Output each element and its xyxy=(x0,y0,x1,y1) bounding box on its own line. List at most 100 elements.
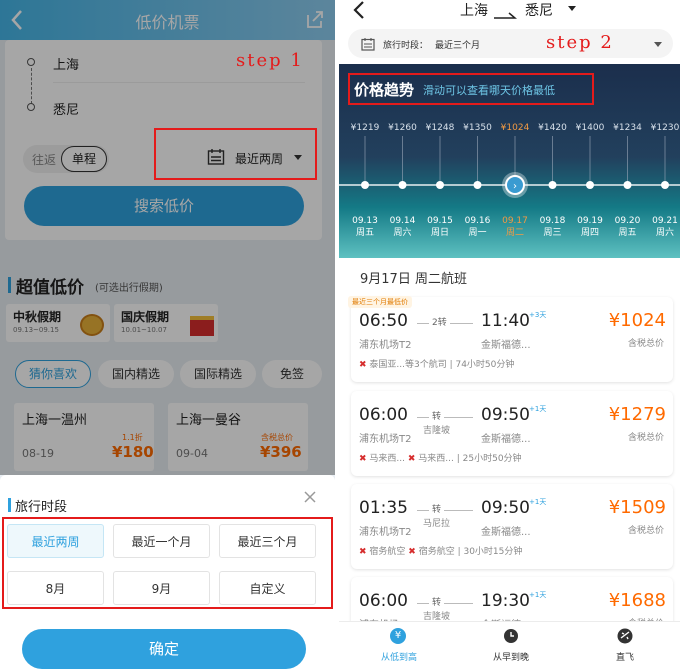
stop-count: 转 xyxy=(429,409,445,422)
stop-count: 转 xyxy=(429,502,445,515)
price-note: 含税总价 xyxy=(627,339,664,349)
date-label: 09.13 xyxy=(352,216,378,226)
date-marker xyxy=(586,181,594,189)
section-date: 9月17日 周二航班 xyxy=(360,272,467,287)
price-label: ¥1400 xyxy=(576,123,605,133)
airline-logo-icon: ✖ xyxy=(359,547,370,557)
airline-logo-icon: ✖ xyxy=(359,454,370,464)
arrival-airport: 金斯福德... xyxy=(481,527,531,538)
arrival-time: 09:50 xyxy=(481,498,530,518)
price-trend-chart[interactable]: ¥121909.13周五¥126009.14周六¥124809.15周日¥135… xyxy=(339,64,680,258)
period-value: 最近三个月 xyxy=(435,41,481,51)
price-note: 含税总价 xyxy=(627,433,664,443)
next-day-badge: +1天 xyxy=(529,498,547,506)
lowest-price-tag: 最近三个月最低价 xyxy=(348,296,412,308)
flight-card[interactable]: 01:35 浦东机场T2 转马尼拉 09:50 +1天 金斯福德... ¥1509 含税总价 ✖… xyxy=(351,484,673,569)
arrival-time: 11:40 xyxy=(481,311,530,331)
flight-duration: 25小时50分钟 xyxy=(462,454,522,464)
flight-duration: 74小时50分钟 xyxy=(455,360,515,370)
arrival-time: 09:50 xyxy=(481,405,530,425)
stop-count: 转 xyxy=(429,595,445,608)
sheet-title: 旅行时段 xyxy=(15,500,68,515)
departure-airport: 浦东机场T2 xyxy=(359,340,412,351)
stop-line xyxy=(417,603,473,604)
date-label: 09.14 xyxy=(390,216,416,226)
airline-name: 宿务航空 xyxy=(369,547,406,557)
flight-price: ¥1509 xyxy=(608,497,666,518)
step2-label: step 2 xyxy=(546,32,614,53)
price-label: ¥1248 xyxy=(426,123,455,133)
departure-airport: 浦东机场T2 xyxy=(359,527,412,538)
weekday-label: 周五 xyxy=(618,227,636,238)
airline-logo-icon: ✖ xyxy=(359,360,370,370)
period-label: 旅行时段： xyxy=(383,41,429,51)
date-label: 09.16 xyxy=(465,216,491,226)
stop-line xyxy=(417,417,473,418)
confirm-button[interactable]: 确定 xyxy=(22,629,306,669)
sheet-title-marker xyxy=(8,498,11,512)
chevron-right-icon: › xyxy=(513,181,517,192)
weekday-label: 周五 xyxy=(356,227,374,238)
clock-icon xyxy=(503,628,519,644)
period-bar[interactable]: 旅行时段： 最近三个月 xyxy=(348,29,673,58)
price-label: ¥1420 xyxy=(538,123,567,133)
departure-time: 06:00 xyxy=(359,591,408,611)
airline-name: 马来西... xyxy=(369,454,405,464)
close-icon[interactable] xyxy=(302,489,318,505)
yen-icon: ¥ xyxy=(390,628,406,644)
date-marker xyxy=(436,181,444,189)
weekday-label: 周三 xyxy=(543,227,561,238)
date-label: 09.15 xyxy=(427,216,453,226)
tab-price-low-high[interactable]: ¥ 从低到高 xyxy=(369,628,429,666)
date-label: 09.21 xyxy=(652,216,678,226)
flight-price: ¥1688 xyxy=(608,590,666,611)
price-label: ¥1234 xyxy=(613,123,642,133)
date-label: 09.19 xyxy=(577,216,603,226)
calendar-icon xyxy=(361,36,375,51)
price-label: ¥1024 xyxy=(501,123,530,133)
date-label: 09.20 xyxy=(615,216,641,226)
options-highlight-box xyxy=(2,517,333,609)
flight-card[interactable]: 06:00 浦东机场T2 转吉隆坡 09:50 +1天 金斯福德... ¥1279 含税总价 ✖… xyxy=(351,391,673,476)
date-marker xyxy=(473,181,482,189)
route-to: 悉尼 xyxy=(525,3,553,19)
stop-count: 2转 xyxy=(429,315,450,328)
departure-time: 01:35 xyxy=(359,498,408,518)
plane-icon xyxy=(617,628,633,644)
tab-direct[interactable]: 直飞 xyxy=(595,628,655,666)
left-panel: 低价机票 上海 悉尼 往返 单程 最近两周 搜索低价 超值低价 (可选出行假期)… xyxy=(0,0,335,669)
arrival-airport: 金斯福德... xyxy=(481,340,531,351)
date-marker xyxy=(623,181,632,189)
dim-overlay[interactable] xyxy=(0,0,335,475)
next-day-badge: +3天 xyxy=(529,311,547,319)
flight-price: ¥1279 xyxy=(608,404,666,425)
date-marker xyxy=(361,181,369,189)
stop-line xyxy=(417,510,473,511)
airline-info: ✖ 宿务航空 ✖ 宿务航空 | 30小时15分钟 xyxy=(359,547,523,557)
tab-label: 从早到晚 xyxy=(492,653,529,663)
departure-airport: 浦东机场T2 xyxy=(359,434,412,445)
arrival-airport: 金斯福德... xyxy=(481,434,531,445)
weekday-label: 周六 xyxy=(656,226,674,238)
price-trend-panel[interactable]: 价格趋势 滑动可以查看哪天价格最低 ¥1219 09.13 周五 ¥1260 09.14… xyxy=(339,64,680,258)
caret-down-icon[interactable] xyxy=(568,6,576,11)
airline-name-2: 宿务航空 xyxy=(418,547,455,557)
date-label: 09.17 xyxy=(502,216,528,226)
tab-label: 直飞 xyxy=(615,653,634,663)
right-header: 上海 悉尼 xyxy=(339,0,680,28)
flight-arrow-icon xyxy=(493,5,518,19)
tab-label: 从低到高 xyxy=(380,653,417,663)
flight-card[interactable]: 最近三个月最低价 06:50 浦东机场T2 2转 11:40 +3天 金斯福德... ¥102… xyxy=(348,296,673,382)
price-label: ¥1230 xyxy=(651,123,680,133)
stop-city: 吉隆坡 xyxy=(423,426,451,436)
date-marker xyxy=(548,181,557,189)
bottom-tab-bar: ¥ 从低到高 从早到晚 直飞 xyxy=(339,621,680,669)
step1-label: step 1 xyxy=(236,50,304,71)
back-icon[interactable] xyxy=(351,0,369,20)
arrival-time: 19:30 xyxy=(481,591,530,611)
tab-time-early-late[interactable]: 从早到晚 xyxy=(481,628,541,666)
date-marker xyxy=(661,181,669,189)
price-label: ¥1219 xyxy=(351,123,380,133)
weekday-label: 周一 xyxy=(468,227,486,238)
departure-time: 06:50 xyxy=(359,311,408,331)
